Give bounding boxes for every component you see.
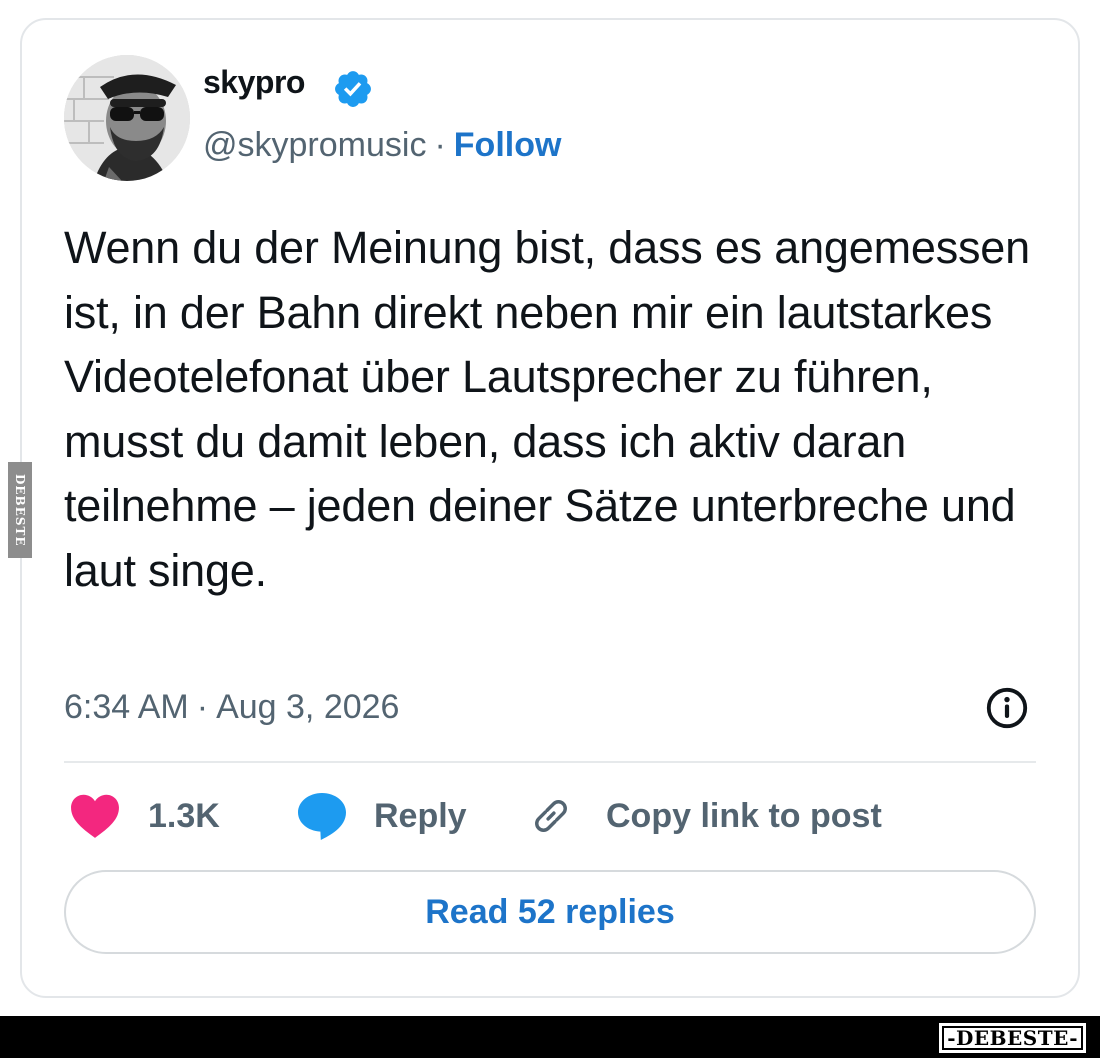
copy-link-button[interactable]: Copy link to post (528, 790, 882, 842)
handle-separator: · (434, 126, 446, 164)
reply-button[interactable]: Reply (296, 790, 467, 842)
read-replies-button[interactable]: Read 52 replies (64, 870, 1036, 954)
verified-badge-icon (335, 71, 371, 107)
user-handle[interactable]: @skypromusic (203, 126, 426, 164)
avatar[interactable] (64, 55, 190, 181)
post-date: Aug 3, 2026 (216, 688, 400, 726)
display-name[interactable]: skypro (203, 66, 305, 98)
footer-bar: -DEBESTE- (0, 1016, 1100, 1058)
handle-row: @skypromusic · Follow (203, 128, 561, 162)
avatar-photo-icon (64, 55, 190, 181)
divider (64, 761, 1036, 763)
post-text: Wenn du der Meinung bist, dass es angeme… (64, 222, 1030, 596)
post-time: 6:34 AM (64, 688, 189, 726)
like-button[interactable]: 1.3K (70, 790, 220, 842)
footer-logo: -DEBESTE- (939, 1023, 1086, 1053)
follow-button[interactable]: Follow (454, 126, 562, 164)
link-icon (535, 800, 567, 832)
side-watermark: DEBESTE (8, 462, 32, 558)
speech-bubble-icon (298, 793, 346, 840)
like-count: 1.3K (148, 797, 220, 835)
reply-label: Reply (374, 797, 467, 835)
copy-link-label: Copy link to post (606, 797, 882, 835)
info-icon[interactable] (984, 685, 1030, 731)
heart-icon (71, 794, 119, 838)
post-timestamp[interactable]: 6:34 AM · Aug 3, 2026 (64, 690, 399, 724)
timestamp-separator: · (196, 688, 209, 726)
